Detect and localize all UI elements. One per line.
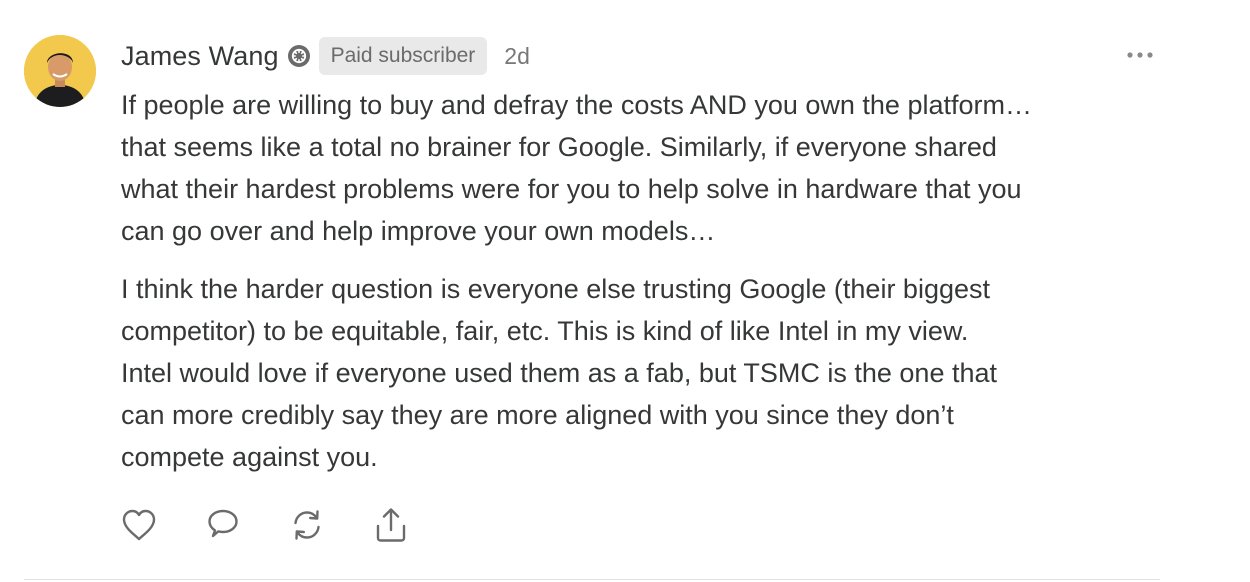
- comment-paragraph-2: I think the harder question is everyone …: [121, 274, 997, 472]
- comment-timestamp[interactable]: 2d: [504, 43, 530, 70]
- share-icon: [376, 508, 406, 542]
- substack-gear-icon: [287, 44, 311, 68]
- more-options-button[interactable]: [1124, 44, 1156, 66]
- avatar-portrait: [24, 35, 96, 107]
- share-button[interactable]: [372, 505, 410, 545]
- subscriber-badge: Paid subscriber: [318, 37, 488, 75]
- comment-body: If people are willing to buy and defray …: [121, 84, 1181, 494]
- more-horizontal-icon: [1127, 52, 1153, 58]
- comment-actions: [120, 505, 456, 545]
- reply-icon: [208, 509, 238, 538]
- like-button[interactable]: [120, 505, 158, 545]
- author-name[interactable]: James Wang: [121, 41, 279, 72]
- reply-button[interactable]: [204, 505, 242, 545]
- comment-paragraph-1: If people are willing to buy and defray …: [121, 90, 1032, 246]
- like-icon: [122, 509, 156, 541]
- divider: [24, 579, 1160, 580]
- restack-button[interactable]: [288, 505, 326, 545]
- comment-header: James Wang Paid subscriber 2d: [121, 36, 530, 76]
- restack-icon: [294, 510, 320, 540]
- comment: James Wang Paid subscriber 2d If people …: [0, 0, 1250, 582]
- avatar[interactable]: [24, 35, 96, 107]
